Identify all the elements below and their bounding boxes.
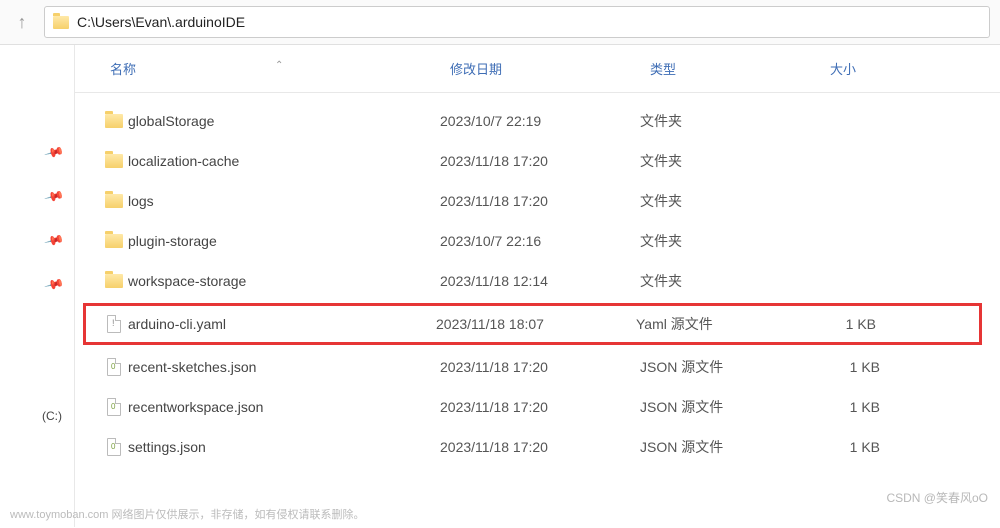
file-row[interactable]: logs2023/11/18 17:20文件夹	[75, 181, 1000, 221]
pin-icon[interactable]: 📌	[43, 274, 65, 296]
file-date: 2023/11/18 17:20	[440, 399, 640, 415]
file-row[interactable]: recentworkspace.json2023/11/18 17:20JSON…	[75, 387, 1000, 427]
file-name: workspace-storage	[128, 273, 440, 289]
file-list: globalStorage2023/10/7 22:19文件夹localizat…	[75, 93, 1000, 475]
file-date: 2023/11/18 12:14	[440, 273, 640, 289]
file-row[interactable]: recent-sketches.json2023/11/18 17:20JSON…	[75, 347, 1000, 387]
file-type: Yaml 源文件	[636, 314, 816, 334]
file-date: 2023/11/18 18:07	[436, 316, 636, 332]
yaml-file-icon	[107, 315, 121, 333]
file-type: JSON 源文件	[640, 357, 820, 377]
json-file-icon	[107, 438, 121, 456]
file-name: recent-sketches.json	[128, 359, 440, 375]
file-type: 文件夹	[640, 231, 820, 251]
file-row[interactable]: localization-cache2023/11/18 17:20文件夹	[75, 141, 1000, 181]
drive-label: (C:)	[42, 409, 62, 423]
footer-note: www.toymoban.com 网络图片仅供展示，非存储，如有侵权请联系删除。	[10, 506, 364, 522]
file-date: 2023/11/18 17:20	[440, 359, 640, 375]
folder-icon	[105, 114, 123, 128]
col-header-type[interactable]: 类型	[650, 59, 830, 78]
file-row[interactable]: arduino-cli.yaml2023/11/18 18:07Yaml 源文件…	[83, 303, 982, 345]
file-type: JSON 源文件	[640, 397, 820, 417]
address-bar[interactable]	[44, 6, 990, 38]
file-size: 1 KB	[820, 359, 900, 375]
col-header-size[interactable]: 大小	[830, 59, 910, 78]
folder-icon	[105, 274, 123, 288]
file-list-panel: ⌃ 名称 修改日期 类型 大小 globalStorage2023/10/7 2…	[75, 45, 1000, 527]
file-name: arduino-cli.yaml	[128, 316, 436, 332]
file-type: 文件夹	[640, 271, 820, 291]
file-size: 1 KB	[816, 316, 896, 332]
pin-icon[interactable]: 📌	[43, 186, 65, 208]
file-date: 2023/10/7 22:19	[440, 113, 640, 129]
file-date: 2023/10/7 22:16	[440, 233, 640, 249]
pin-icon[interactable]: 📌	[43, 142, 65, 164]
folder-icon	[105, 154, 123, 168]
folder-icon	[53, 16, 69, 29]
file-name: logs	[128, 193, 440, 209]
file-date: 2023/11/18 17:20	[440, 193, 640, 209]
col-header-date[interactable]: 修改日期	[450, 59, 650, 78]
file-row[interactable]: settings.json2023/11/18 17:20JSON 源文件1 K…	[75, 427, 1000, 467]
file-size: 1 KB	[820, 399, 900, 415]
sidebar: 📌 📌 📌 📌 (C:)	[0, 45, 75, 527]
file-row[interactable]: globalStorage2023/10/7 22:19文件夹	[75, 101, 1000, 141]
pin-icon[interactable]: 📌	[43, 230, 65, 252]
folder-icon	[105, 194, 123, 208]
drive-c[interactable]: (C:)	[42, 409, 62, 423]
file-row[interactable]: workspace-storage2023/11/18 12:14文件夹	[75, 261, 1000, 301]
path-input[interactable]	[77, 14, 981, 30]
file-type: 文件夹	[640, 151, 820, 171]
address-toolbar: ↑	[0, 0, 1000, 45]
file-row[interactable]: plugin-storage2023/10/7 22:16文件夹	[75, 221, 1000, 261]
sort-indicator-icon: ⌃	[275, 60, 283, 71]
file-name: plugin-storage	[128, 233, 440, 249]
json-file-icon	[107, 358, 121, 376]
file-type: 文件夹	[640, 191, 820, 211]
json-file-icon	[107, 398, 121, 416]
file-date: 2023/11/18 17:20	[440, 153, 640, 169]
file-name: globalStorage	[128, 113, 440, 129]
file-name: settings.json	[128, 439, 440, 455]
file-size: 1 KB	[820, 439, 900, 455]
file-date: 2023/11/18 17:20	[440, 439, 640, 455]
watermark: CSDN @笑春风oO	[886, 489, 988, 506]
column-headers: 名称 修改日期 类型 大小	[75, 45, 1000, 93]
nav-up-icon[interactable]: ↑	[10, 12, 34, 33]
folder-icon	[105, 234, 123, 248]
file-type: 文件夹	[640, 111, 820, 131]
file-name: recentworkspace.json	[128, 399, 440, 415]
file-name: localization-cache	[128, 153, 440, 169]
file-type: JSON 源文件	[640, 437, 820, 457]
